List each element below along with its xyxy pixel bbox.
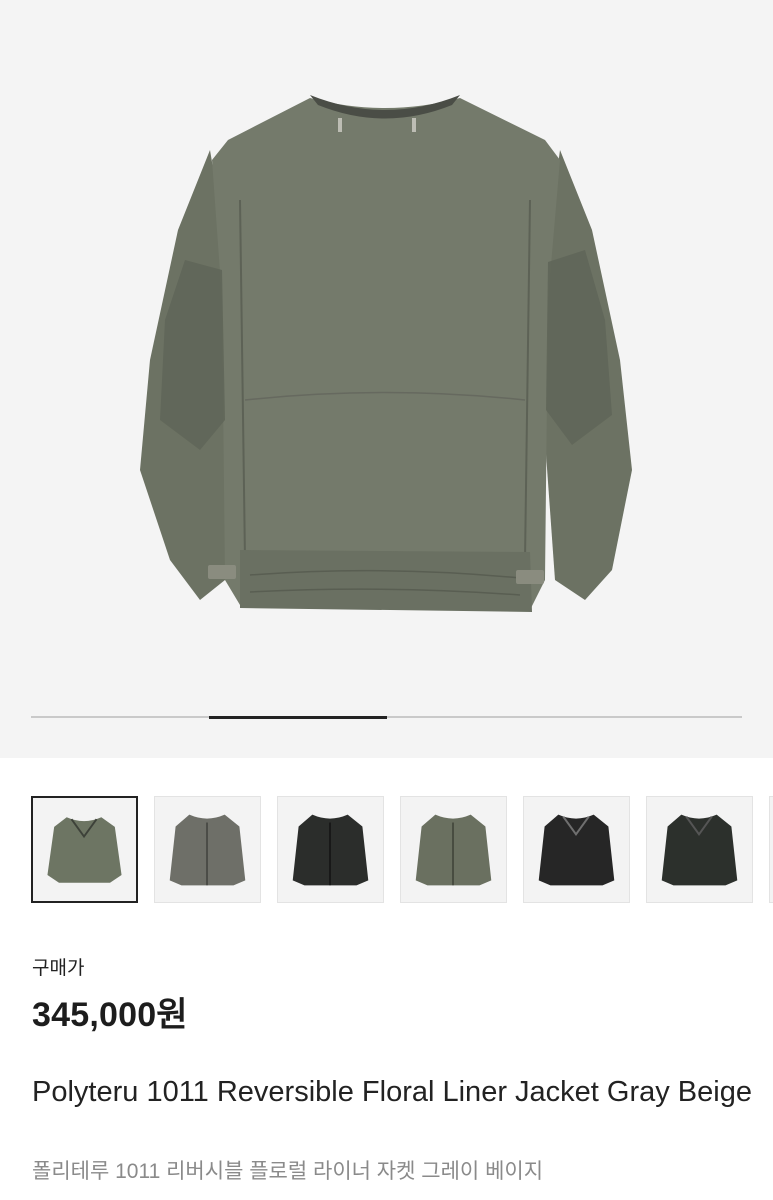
jacket-thumbnail-olive-zip-icon — [415, 814, 492, 886]
jacket-thumbnail-dark-green-icon — [661, 814, 738, 886]
thumbnail-3[interactable] — [277, 796, 384, 903]
thumbnail-7-partial[interactable] — [769, 796, 773, 903]
thumbnail-1[interactable] — [31, 796, 138, 903]
jacket-thumbnail-black-quilted-icon — [538, 814, 615, 886]
product-subtitle: 폴리테루 1011 리버시블 플로럴 라이너 자켓 그레이 베이지 — [32, 1160, 544, 1183]
price-value: 345,000원 — [32, 996, 188, 1034]
jacket-thumbnail-olive-quilted-icon — [47, 817, 122, 883]
price-label: 구매가 — [32, 958, 85, 979]
product-image-carousel[interactable] — [0, 0, 773, 758]
thumbnail-2[interactable] — [154, 796, 261, 903]
carousel-progress-indicator — [209, 715, 387, 719]
thumbnail-6[interactable] — [646, 796, 753, 903]
thumbnail-strip[interactable] — [31, 796, 773, 904]
thumbnail-4[interactable] — [400, 796, 507, 903]
thumbnail-5[interactable] — [523, 796, 630, 903]
jacket-thumbnail-black-icon — [292, 814, 369, 886]
jacket-thumbnail-gray-zip-icon — [169, 814, 246, 886]
carousel-progress-track — [31, 715, 742, 719]
product-title: Polyteru 1011 Reversible Floral Liner Ja… — [32, 1076, 752, 1108]
jacket-back-photo — [140, 95, 632, 612]
